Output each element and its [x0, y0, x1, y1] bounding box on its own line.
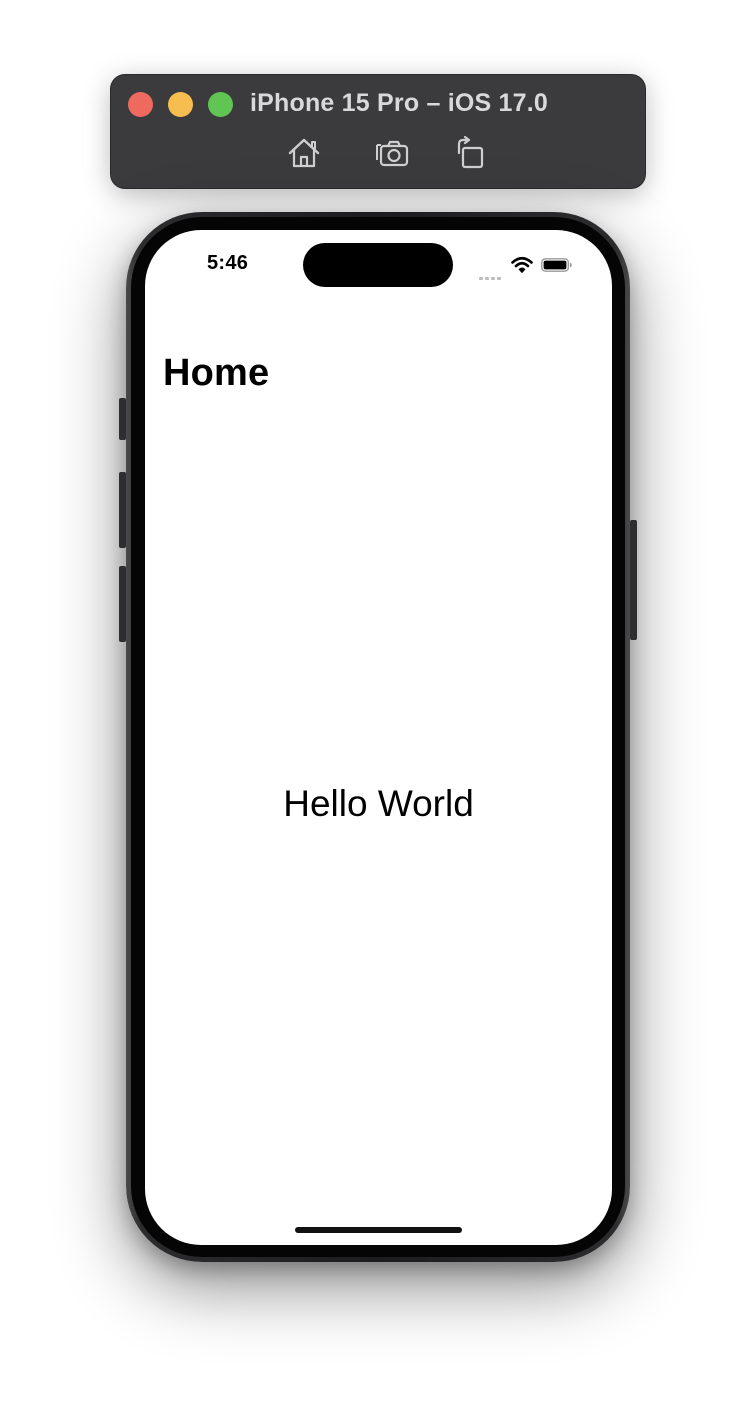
minimize-window-button[interactable] — [168, 92, 193, 117]
status-bar-time: 5:46 — [207, 252, 249, 274]
battery-icon — [541, 258, 572, 272]
device-screen[interactable]: 5:46 Home Hello World — [145, 230, 612, 1245]
rotate-button[interactable] — [452, 136, 488, 170]
hello-world-text: Hello World — [283, 783, 474, 824]
navigation-title: Home — [163, 352, 270, 394]
screenshot-button[interactable] — [374, 136, 410, 170]
rotate-icon — [457, 136, 484, 169]
volume-up-button[interactable] — [119, 472, 126, 548]
side-button[interactable] — [630, 520, 637, 640]
close-window-button[interactable] — [128, 92, 153, 117]
home-indicator[interactable] — [295, 1227, 462, 1233]
simulator-stage: iPhone 15 Pro – iOS 17.0 5:46 Home Hello… — [0, 0, 756, 1414]
cellular-signal-icon — [479, 267, 503, 280]
volume-down-button[interactable] — [119, 566, 126, 642]
simulator-title: iPhone 15 Pro – iOS 17.0 — [250, 89, 548, 117]
home-icon — [288, 138, 320, 168]
zoom-window-button[interactable] — [208, 92, 233, 117]
dynamic-island — [303, 243, 453, 287]
status-bar-icons — [479, 255, 579, 280]
screenshot-icon — [376, 140, 409, 167]
action-button[interactable] — [119, 398, 126, 440]
home-button[interactable] — [286, 136, 322, 170]
wifi-icon — [511, 256, 533, 273]
